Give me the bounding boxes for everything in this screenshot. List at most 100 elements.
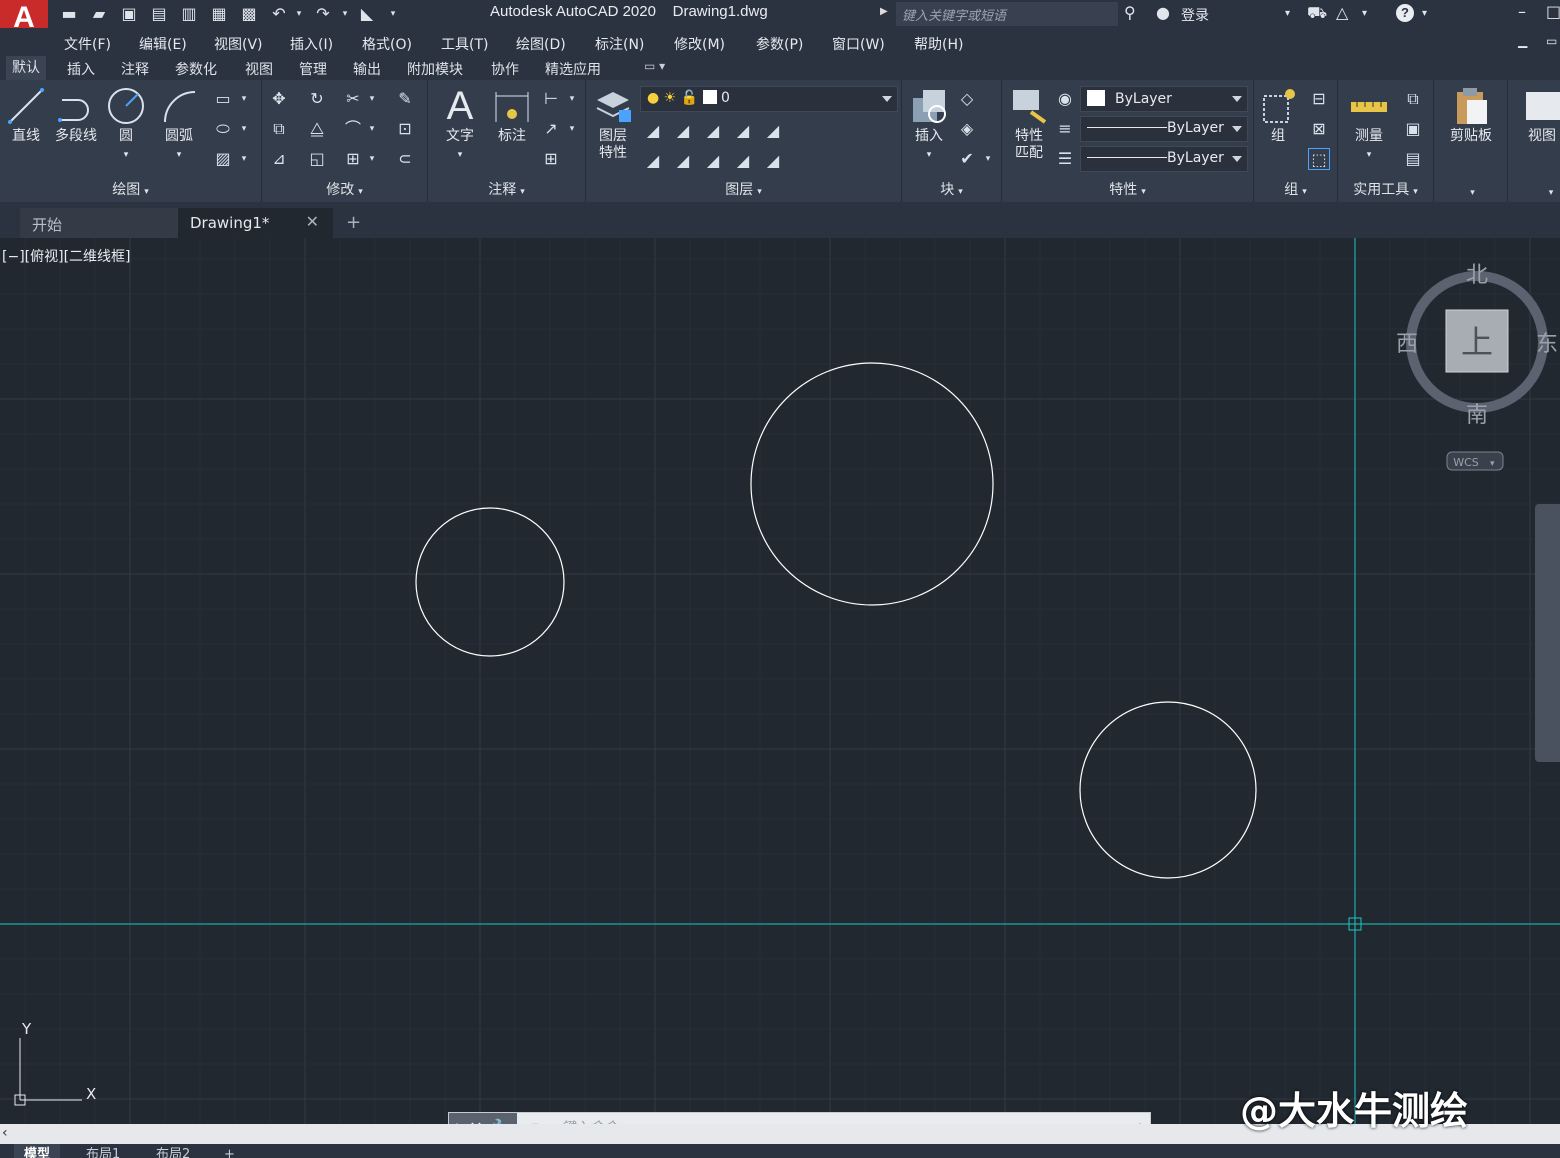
create-block-icon[interactable]: ◇ [956, 88, 978, 110]
text-dropdown-icon[interactable]: ▾ [458, 150, 463, 160]
lineweight-dropdown[interactable]: ByLayer [1080, 146, 1248, 172]
layer-thaw-all-icon[interactable]: ◢ [732, 150, 754, 172]
undo-icon[interactable]: ↶ [268, 3, 290, 25]
plot-icon[interactable]: ▩ [238, 3, 260, 25]
fillet-icon[interactable]: ⌒ [342, 118, 364, 140]
panel-properties-title[interactable]: 特性 ▾ [1002, 179, 1253, 199]
dimension-button[interactable]: 标注 [490, 86, 534, 145]
save-icon[interactable]: ▣ [118, 3, 140, 25]
redo-icon[interactable]: ↷ [312, 3, 334, 25]
cart-icon[interactable]: ⛟ [1307, 3, 1327, 24]
layer-previous-icon[interactable]: ◢ [672, 150, 694, 172]
linetype-icon[interactable]: ☰ [1054, 148, 1076, 170]
login-dropdown-icon[interactable]: ▾ [1285, 8, 1290, 19]
drawing-circle[interactable] [415, 507, 565, 657]
menu-view[interactable]: 视图(V) [214, 34, 263, 54]
panel-block-title[interactable]: 块 ▾ [902, 179, 1001, 199]
layout-tab-layout2[interactable]: 布局2 [156, 1144, 190, 1158]
hatch-icon[interactable]: ▨ [212, 148, 234, 170]
binoculars-icon[interactable]: ⚲ [1124, 3, 1136, 22]
make-current-icon[interactable]: ◢ [762, 120, 784, 142]
menu-parametric[interactable]: 参数(P) [756, 34, 803, 54]
offset-icon[interactable]: ⊂ [394, 148, 416, 170]
menu-tools[interactable]: 工具(T) [441, 34, 488, 54]
scroll-left-icon[interactable]: ‹ [2, 1125, 8, 1141]
leader-dropdown-icon[interactable]: ▾ [566, 118, 578, 140]
drawing-canvas[interactable]: Y X 上 北 南 西 东 WCS ▾ [0, 238, 1560, 1124]
menu-insert[interactable]: 插入(I) [290, 34, 333, 54]
help-dropdown-icon[interactable]: ▾ [1422, 8, 1427, 19]
panel-annotation-title[interactable]: 注释 ▾ [428, 179, 585, 199]
group-selection-icon[interactable]: ⬚ [1308, 148, 1330, 170]
tab-view[interactable]: 视图 [245, 59, 273, 79]
trim-dropdown-icon[interactable]: ▾ [366, 88, 378, 110]
tab-collaborate[interactable]: 协作 [491, 59, 519, 79]
line-button[interactable]: 直线 [4, 86, 48, 145]
lineweight-icon[interactable]: ≡ [1054, 118, 1076, 140]
drawing-viewport[interactable]: Y X 上 北 南 西 东 WCS ▾ [−][俯视][二维线框] [0, 238, 1560, 1124]
arc-button[interactable]: 圆弧 ▾ [156, 86, 202, 161]
linear-dim-icon[interactable]: ⊢ [540, 88, 562, 110]
new-icon[interactable]: ▬ [58, 3, 80, 25]
layout-tab-model[interactable]: 模型 [14, 1144, 61, 1158]
panel-utilities-title[interactable]: 实用工具 ▾ [1338, 179, 1433, 199]
calculator-icon[interactable]: ▤ [1402, 148, 1424, 170]
linear-dim-dropdown-icon[interactable]: ▾ [566, 88, 578, 110]
menu-window[interactable]: 窗口(W) [832, 34, 885, 54]
add-layout-plus-icon[interactable]: + [224, 1144, 235, 1158]
layout-tab-layout1[interactable]: 布局1 [86, 1144, 120, 1158]
layer-lock-icon[interactable]: ◢ [732, 120, 754, 142]
layer-isolate-icon[interactable]: ◢ [672, 120, 694, 142]
circle-button[interactable]: 圆 ▾ [104, 86, 148, 161]
rectangle-dropdown-icon[interactable]: ▾ [238, 88, 250, 110]
viewcube-north-label[interactable]: 北 [1466, 263, 1488, 288]
undo-dropdown-icon[interactable]: ▾ [294, 3, 304, 25]
erase-icon[interactable]: ✎ [394, 88, 416, 110]
trim-icon[interactable]: ✂ [342, 88, 364, 110]
insert-block-button[interactable]: 插入 ▾ [906, 86, 952, 161]
drawing-circle[interactable] [1079, 701, 1257, 879]
viewcube-south-label[interactable]: 南 [1466, 403, 1488, 428]
color-dropdown[interactable]: ByLayer [1080, 86, 1248, 112]
mirror-icon[interactable]: ⧋ [306, 118, 328, 140]
menu-edit[interactable]: 编辑(E) [139, 34, 187, 54]
menu-format[interactable]: 格式(O) [362, 34, 412, 54]
fillet-dropdown-icon[interactable]: ▾ [366, 118, 378, 140]
file-tab-drawing[interactable]: Drawing1* ✕ [178, 208, 333, 238]
stretch-icon[interactable]: ⊿ [268, 148, 290, 170]
menu-dimension[interactable]: 标注(N) [595, 34, 644, 54]
user-icon[interactable]: ● [1156, 3, 1170, 22]
ellipse-icon[interactable]: ⬭ [212, 118, 234, 140]
open-icon[interactable]: ▰ [88, 3, 110, 25]
tab-manage[interactable]: 管理 [299, 59, 327, 79]
array-dropdown-icon[interactable]: ▾ [366, 148, 378, 170]
edit-attributes-icon[interactable]: ✔ [956, 148, 978, 170]
select-all-icon[interactable]: ▣ [1402, 118, 1424, 140]
customize-qat-icon[interactable]: ▾ [388, 3, 398, 25]
ellipse-dropdown-icon[interactable]: ▾ [238, 118, 250, 140]
ungroup-icon[interactable]: ⊟ [1308, 88, 1330, 110]
edit-attributes-dropdown-icon[interactable]: ▾ [982, 148, 994, 170]
menu-help[interactable]: 帮助(H) [914, 34, 963, 54]
arc-dropdown-icon[interactable]: ▾ [177, 150, 182, 160]
group-edit-icon[interactable]: ⊠ [1308, 118, 1330, 140]
tab-parametric[interactable]: 参数化 [175, 59, 217, 79]
tab-output[interactable]: 输出 [353, 59, 381, 79]
edit-block-icon[interactable]: ◈ [956, 118, 978, 140]
search-input[interactable]: 键入关键字或短语 [896, 2, 1118, 26]
copy-icon[interactable]: ⧉ [268, 118, 290, 140]
tab-annotate[interactable]: 注释 [121, 59, 149, 79]
table-icon[interactable]: ⊞ [540, 148, 562, 170]
doc-minimize-icon[interactable]: ▁ [1518, 34, 1527, 48]
panel-layers-title[interactable]: 图层 ▾ [586, 179, 901, 199]
share-icon[interactable]: ◣ [356, 3, 378, 25]
new-tab-plus-icon[interactable]: + [346, 212, 361, 233]
maximize-icon[interactable]: □ [1546, 2, 1560, 21]
saveas-icon[interactable]: ▤ [148, 3, 170, 25]
tab-addins[interactable]: 附加模块 [407, 59, 463, 79]
array-icon[interactable]: ⊞ [342, 148, 364, 170]
close-icon[interactable]: ✕ [306, 212, 319, 231]
layer-dropdown[interactable]: ● ☀ 🔓 0 [640, 86, 898, 112]
layer-match-icon[interactable]: ◢ [642, 150, 664, 172]
insert-dropdown-icon[interactable]: ▾ [927, 150, 932, 160]
